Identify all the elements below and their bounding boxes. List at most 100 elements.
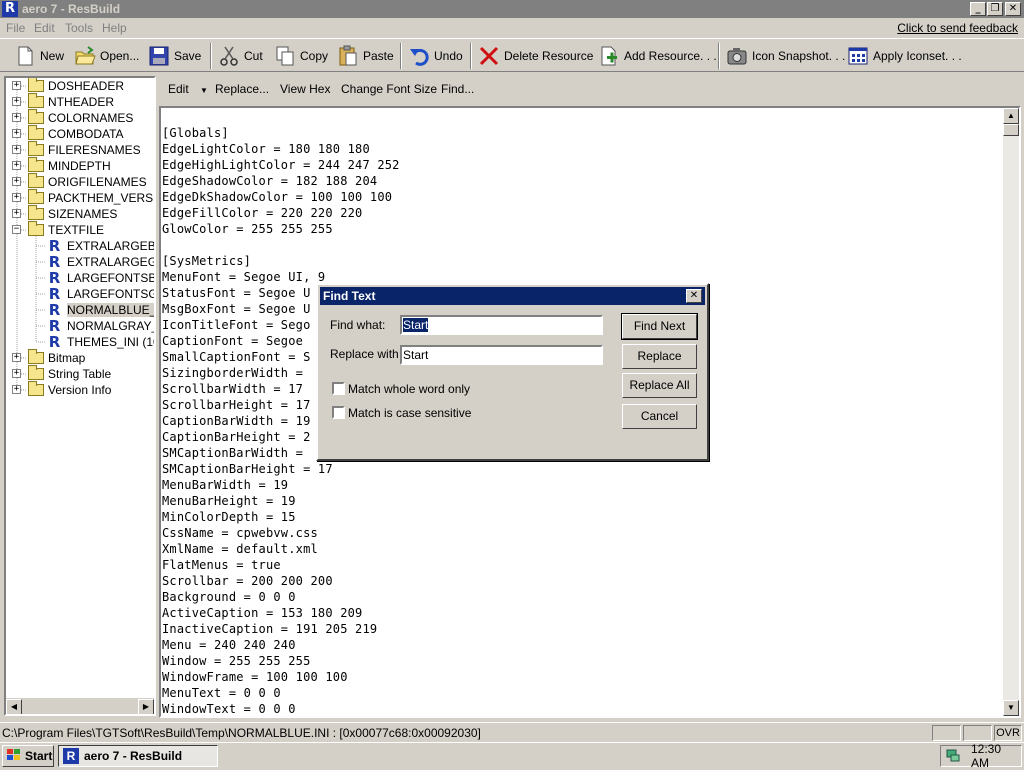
scroll-right-icon[interactable]: ▶ <box>138 699 154 714</box>
tree-folder-textfile[interactable]: TEXTFILE <box>28 221 104 238</box>
editor-line[interactable]: MenuText = 0 0 0 <box>162 685 400 701</box>
paste-button[interactable]: Paste <box>337 43 394 69</box>
scroll-left-icon[interactable]: ◀ <box>6 699 22 714</box>
editor-line[interactable]: EdgeLightColor = 180 180 180 <box>162 141 400 157</box>
expand-icon[interactable]: + <box>12 113 21 122</box>
editor-line[interactable]: EdgeHighLightColor = 244 247 252 <box>162 157 400 173</box>
expand-icon[interactable]: + <box>12 145 21 154</box>
tree-folder-colornames[interactable]: COLORNAMES <box>28 109 133 126</box>
menu-tools[interactable]: Tools <box>65 21 93 35</box>
expand-icon[interactable]: + <box>12 161 21 170</box>
clock[interactable]: 12:30 AM <box>971 742 1021 770</box>
save-button[interactable]: Save <box>148 43 201 69</box>
expand-icon[interactable]: + <box>12 177 21 186</box>
change-font-size-button[interactable]: Change Font Size <box>341 82 437 96</box>
editor-line[interactable]: FlatMenus = true <box>162 557 400 573</box>
editor-line[interactable]: [SysMetrics] <box>162 253 400 269</box>
taskbar-app-button[interactable]: R aero 7 - ResBuild <box>58 745 218 767</box>
scrollbar-thumb[interactable] <box>1003 124 1019 136</box>
tree-item-largefontsgray[interactable]: R LARGEFONTSGR <box>47 286 154 302</box>
delete-resource-button[interactable]: Delete Resource <box>478 43 593 69</box>
tree-folder-origfilenames[interactable]: ORIGFILENAMES <box>28 173 147 190</box>
scroll-down-icon[interactable]: ▼ <box>1003 700 1019 716</box>
tree-item-largefontsblue[interactable]: R LARGEFONTSBLI <box>47 270 154 286</box>
editor-line[interactable]: EdgeFillColor = 220 220 220 <box>162 205 400 221</box>
restore-button[interactable]: ❐ <box>987 2 1003 16</box>
match-whole-word-checkbox[interactable] <box>332 382 345 395</box>
editor-line[interactable]: InactiveCaption = 191 205 219 <box>162 621 400 637</box>
editor-line[interactable]: WindowFrame = 100 100 100 <box>162 669 400 685</box>
tree-folder-bitmap[interactable]: Bitmap <box>28 349 85 366</box>
menu-help[interactable]: Help <box>102 21 127 35</box>
editor-vertical-scrollbar[interactable]: ▲ ▼ <box>1003 108 1019 716</box>
send-feedback-link[interactable]: Click to send feedback <box>897 21 1018 35</box>
editor-line[interactable]: WindowText = 0 0 0 <box>162 701 400 716</box>
minimize-button[interactable]: _ <box>970 2 986 16</box>
editor-line[interactable] <box>162 237 400 253</box>
editor-line[interactable]: ActiveCaption = 153 180 209 <box>162 605 400 621</box>
editor-line[interactable]: EdgeShadowColor = 182 188 204 <box>162 173 400 189</box>
editor-line[interactable]: [Globals] <box>162 125 400 141</box>
open-button[interactable]: Open... <box>74 43 139 69</box>
icon-snapshot-button[interactable]: Icon Snapshot. . . <box>726 43 845 69</box>
tree-folder-fileresnames[interactable]: FILERESNAMES <box>28 141 141 158</box>
tree-folder-version-info[interactable]: Version Info <box>28 381 111 398</box>
editor-line[interactable]: Background = 0 0 0 <box>162 589 400 605</box>
editor-line[interactable]: XmlName = default.xml <box>162 541 400 557</box>
copy-button[interactable]: Copy <box>274 43 328 69</box>
tree-item-normalblue-selected[interactable]: R NORMALBLUE_IN <box>47 302 154 318</box>
dialog-close-button[interactable]: ✕ <box>686 289 702 303</box>
replace-all-button[interactable]: Replace All <box>622 373 697 398</box>
editor-line[interactable]: MinColorDepth = 15 <box>162 509 400 525</box>
editor-line[interactable]: GlowColor = 255 255 255 <box>162 221 400 237</box>
find-next-button[interactable]: Find Next <box>621 313 698 340</box>
expand-icon[interactable]: + <box>12 129 21 138</box>
edit-dropdown[interactable]: Edit ▼ <box>168 82 208 96</box>
replace-button[interactable]: Replace... <box>215 82 269 96</box>
tree-folder-sizenames[interactable]: SIZENAMES <box>28 205 117 222</box>
menu-file[interactable]: File <box>6 21 25 35</box>
editor-line[interactable]: Window = 255 255 255 <box>162 653 400 669</box>
match-case-checkbox[interactable] <box>332 406 345 419</box>
editor-line[interactable]: Scrollbar = 200 200 200 <box>162 573 400 589</box>
replace-dialog-button[interactable]: Replace <box>622 344 697 369</box>
editor-line[interactable]: MenuBarWidth = 19 <box>162 477 400 493</box>
app-icon[interactable]: R <box>2 1 18 17</box>
expand-icon[interactable]: + <box>12 209 21 218</box>
start-button[interactable]: Start <box>2 745 54 767</box>
editor-line[interactable]: MenuBarHeight = 19 <box>162 493 400 509</box>
add-resource-button[interactable]: Add Resource. . . <box>598 43 717 69</box>
tree-horizontal-scrollbar[interactable]: ◀ ▶ <box>6 698 154 714</box>
tree-folder-combodata[interactable]: COMBODATA <box>28 125 124 142</box>
tree-folder-dosheader[interactable]: DOSHEADER <box>28 78 124 94</box>
replace-with-input[interactable]: Start <box>400 345 603 365</box>
editor-line[interactable]: SMCaptionBarHeight = 17 <box>162 461 400 477</box>
find-what-input[interactable]: Start <box>400 315 603 335</box>
network-tray-icon[interactable] <box>945 747 961 766</box>
cut-button[interactable]: Cut <box>218 43 263 69</box>
find-button[interactable]: Find... <box>441 82 474 96</box>
apply-iconset-button[interactable]: Apply Iconset. . . <box>847 43 962 69</box>
tree-item-extralargegray[interactable]: R EXTRALARGEGR <box>47 254 154 270</box>
expand-icon[interactable]: + <box>12 193 21 202</box>
tree-folder-string-table[interactable]: String Table <box>28 365 111 382</box>
expand-icon[interactable]: + <box>12 385 21 394</box>
new-button[interactable]: New <box>14 43 64 69</box>
cancel-button[interactable]: Cancel <box>622 404 697 429</box>
expand-icon[interactable]: + <box>12 97 21 106</box>
editor-line[interactable]: EdgeDkShadowColor = 100 100 100 <box>162 189 400 205</box>
view-hex-button[interactable]: View Hex <box>280 82 330 96</box>
tree-folder-mindepth[interactable]: MINDEPTH <box>28 157 111 174</box>
tree-folder-packthem-version[interactable]: PACKTHEM_VERSIO <box>28 189 154 206</box>
tree-folder-ntheader[interactable]: NTHEADER <box>28 93 114 110</box>
tree-item-normalgray[interactable]: R NORMALGRAY_II <box>47 318 154 334</box>
close-button[interactable]: ✕ <box>1005 2 1021 16</box>
collapse-icon[interactable]: − <box>12 225 21 234</box>
scroll-up-icon[interactable]: ▲ <box>1003 108 1019 124</box>
editor-line[interactable]: CssName = cpwebvw.css <box>162 525 400 541</box>
tree-item-extralargeblue[interactable]: R EXTRALARGEBLI <box>47 238 154 254</box>
menu-edit[interactable]: Edit <box>34 21 55 35</box>
expand-icon[interactable]: + <box>12 81 21 90</box>
expand-icon[interactable]: + <box>12 353 21 362</box>
editor-line[interactable]: Menu = 240 240 240 <box>162 637 400 653</box>
